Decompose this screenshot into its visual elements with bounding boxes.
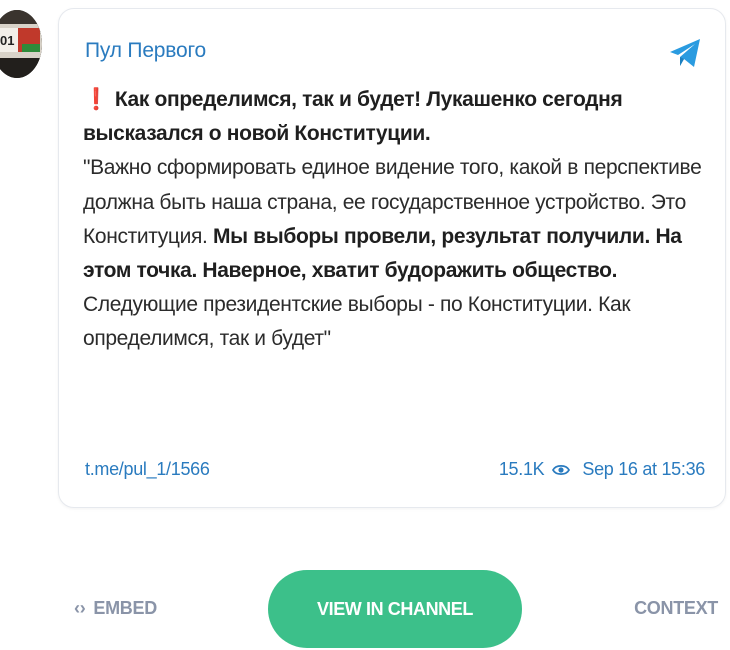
message-text: ❗ Как определимся, так и будет! Лукашенко… (83, 83, 708, 357)
telegram-plane-icon[interactable] (667, 35, 703, 71)
message-card: Пул Первого ❗ Как определимся, так и буде… (58, 8, 726, 508)
code-brackets-icon: ‹› (74, 598, 86, 618)
view-count: 15.1K (498, 459, 545, 479)
message-headline: Как определимся, так и будет! Лукашенко … (83, 88, 623, 146)
exclamation-icon: ❗ (83, 88, 109, 111)
message-footer: t.me/pul_1/1566 15.1K Sep 16 at 15:36 (85, 459, 705, 483)
message-meta: 15.1K Sep 16 at 15:36 (499, 459, 705, 480)
avatar-label: 01 (0, 33, 14, 48)
channel-avatar[interactable]: 01 (0, 10, 42, 78)
post-link[interactable]: t.me/pul_1/1566 (85, 459, 210, 480)
avatar-image: 01 (0, 10, 42, 78)
channel-name-link[interactable]: Пул Первого (85, 39, 206, 63)
telegram-embed-widget: 01 Пул Первого ❗ Как определимся, так и б… (0, 0, 730, 650)
eye-icon (552, 464, 571, 475)
quote-ending: Следующие президентские выборы - по Конс… (83, 293, 631, 351)
action-bar: ‹› EMBED VIEW IN CHANNEL CONTEXT (0, 570, 730, 648)
embed-button[interactable]: ‹› EMBED (74, 598, 157, 619)
view-in-channel-button[interactable]: VIEW IN CHANNEL (268, 570, 522, 648)
context-button[interactable]: CONTEXT (634, 598, 718, 619)
embed-label: EMBED (93, 598, 157, 618)
post-date[interactable]: Sep 16 at 15:36 (582, 459, 705, 480)
